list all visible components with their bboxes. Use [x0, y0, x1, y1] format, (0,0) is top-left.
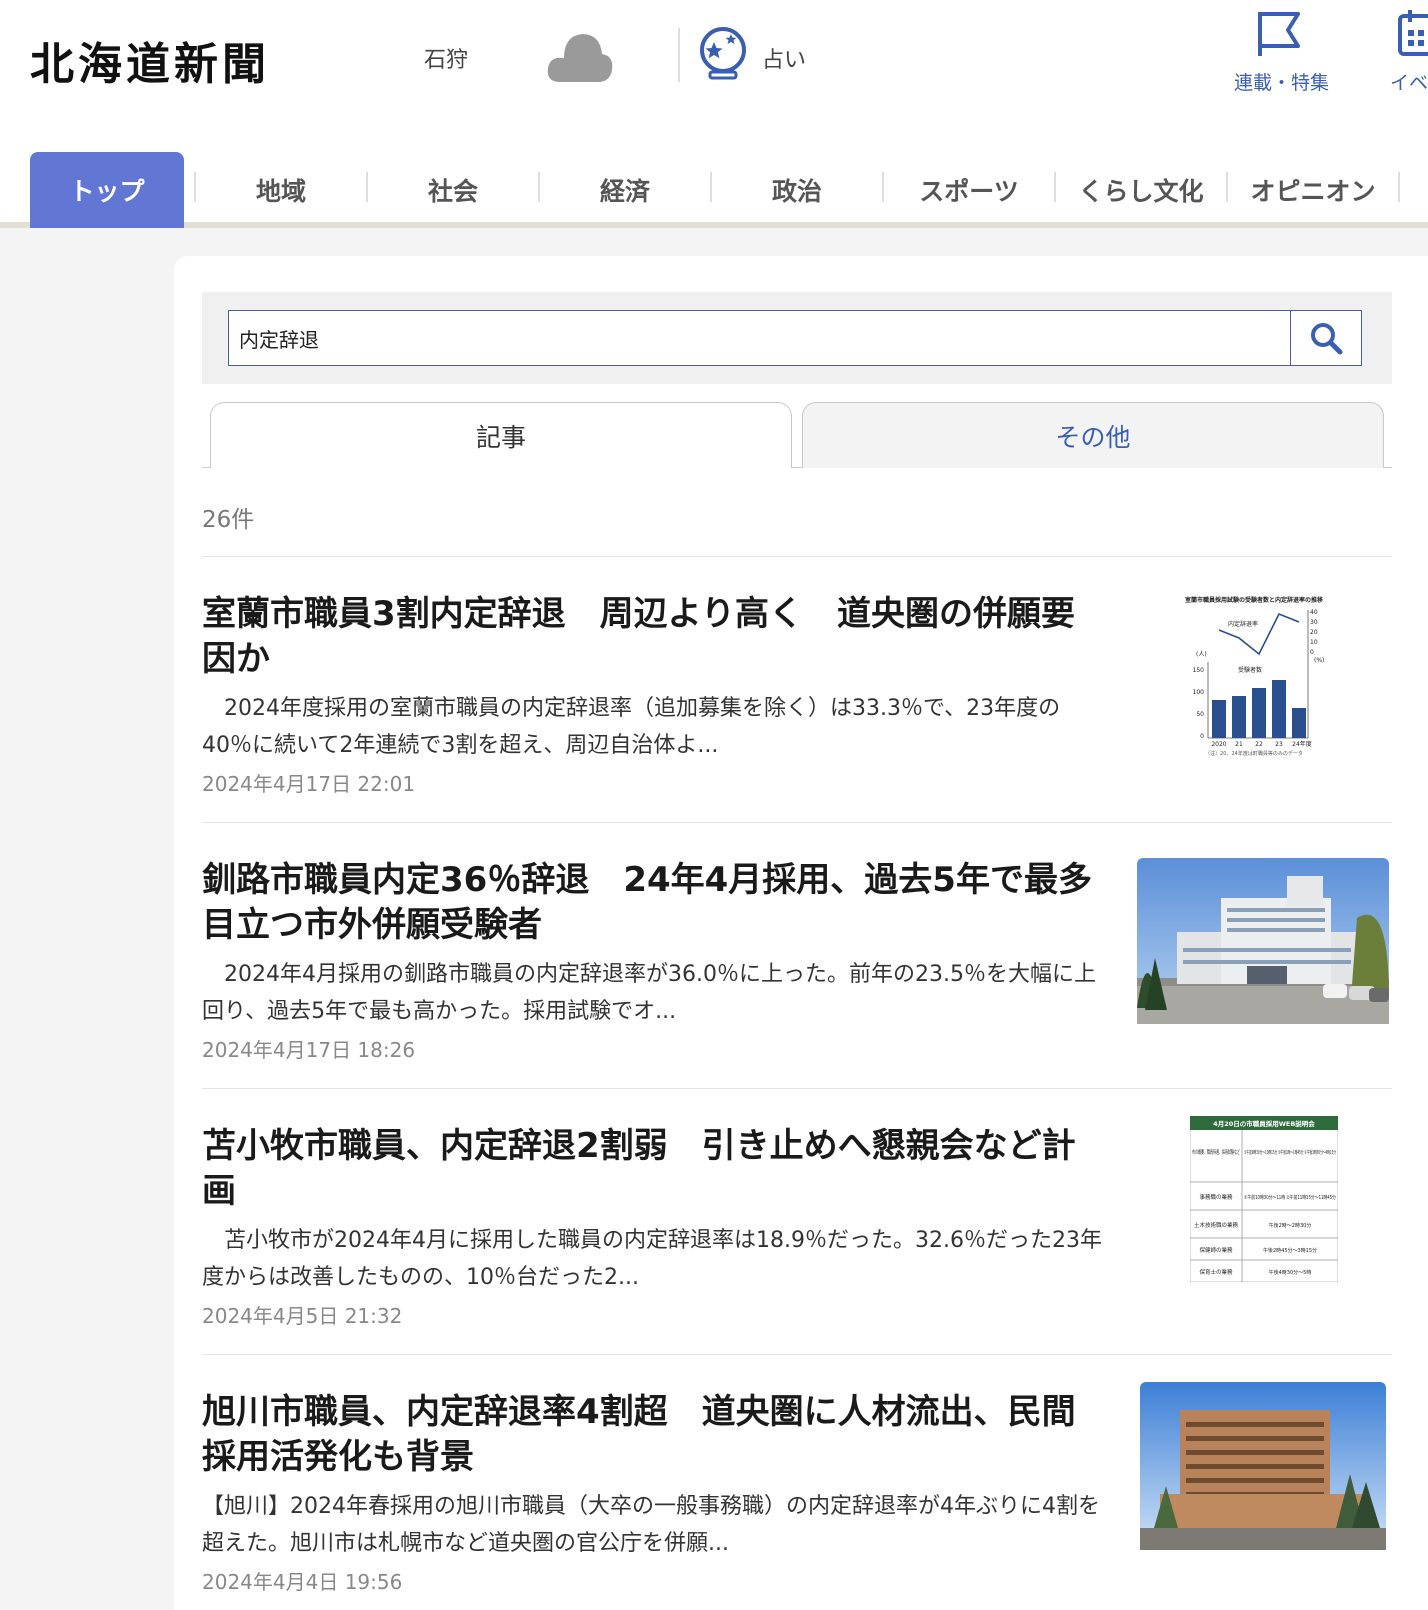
- result-tabs: 記事 その他: [202, 402, 1392, 468]
- article-thumbnail-photo[interactable]: [1140, 1382, 1386, 1550]
- category-nav: トップ 地域 社会 経済 政治 スポーツ くらし文化 オピニオン: [0, 150, 1428, 228]
- nav-item-opinion[interactable]: オピニオン: [1228, 152, 1398, 228]
- article-thumbnail-photo[interactable]: [1137, 858, 1389, 1024]
- nav-item-top[interactable]: トップ: [30, 152, 184, 228]
- article-date: 2024年4月5日 21:32: [202, 1304, 403, 1328]
- result-count: 26件: [202, 507, 255, 533]
- thumb-table-cell: 事務職の業務: [1199, 1193, 1233, 1201]
- thumb-x-label: 21: [1235, 741, 1243, 748]
- region-label[interactable]: 石狩: [424, 42, 468, 74]
- thumb-bar-label: 受験者数: [1238, 666, 1262, 674]
- thumb-note: （注）20、24年度は町職員等のみのデータ: [1205, 750, 1303, 757]
- site-header: 北海道新聞 石狩 占い 連載・特集 イベン: [0, 0, 1428, 150]
- thumb-table-cell: 保健師の業務: [1199, 1246, 1233, 1254]
- article-title[interactable]: 室蘭市職員3割内定辞退 周辺より高く 道央圏の併願要因か: [202, 592, 1102, 682]
- fortune-label[interactable]: 占い: [762, 42, 806, 74]
- header-divider: [678, 28, 680, 82]
- thumb-right-tick: 40: [1310, 609, 1318, 616]
- tab-articles[interactable]: 記事: [210, 402, 792, 468]
- nav-item-lifestyle[interactable]: くらし文化: [1056, 152, 1226, 228]
- search-button[interactable]: [1290, 310, 1362, 366]
- rensai-label: 連載・特集: [1234, 72, 1330, 94]
- nav-divider: [1398, 172, 1400, 202]
- thumb-table-cell: 午後2時45分～3時15分: [1263, 1247, 1317, 1254]
- search-input[interactable]: [228, 310, 1290, 366]
- search-bar: [202, 292, 1392, 384]
- crystal-ball-icon[interactable]: [698, 26, 752, 84]
- thumb-right-tick: 20: [1310, 629, 1318, 636]
- thumb-table-cell: 午後2時～2時30分: [1269, 1222, 1312, 1229]
- nav-item-region[interactable]: 地域: [196, 152, 366, 228]
- thumb-x-label: 2020: [1211, 741, 1226, 748]
- divider: [202, 1088, 1392, 1089]
- search-results-panel: 記事 その他 26件 室蘭市職員3割内定辞退 周辺より高く 道央圏の併願要因か …: [174, 256, 1428, 1610]
- article-thumbnail-chart[interactable]: 室蘭市職員採用試験の受験者数と内定辞退率の推移 内定辞退率 受験者数 (人) (…: [1174, 592, 1334, 758]
- thumb-right-unit: (%): [1314, 657, 1324, 664]
- event-link[interactable]: イベン: [1384, 8, 1428, 95]
- nav-item-politics[interactable]: 政治: [712, 152, 882, 228]
- thumb-right-tick: 30: [1310, 619, 1318, 626]
- article-date: 2024年4月17日 22:01: [202, 772, 416, 796]
- thumb-x-label: 24年度: [1292, 740, 1312, 748]
- nav-item-economy[interactable]: 経済: [540, 152, 710, 228]
- thumb-left-unit: (人): [1196, 651, 1207, 658]
- tab-other[interactable]: その他: [802, 402, 1384, 468]
- thumb-table-cell: ①午前9時30分～10時15分 ②午後1時～1時45分 ③午後3時30分～4時1…: [1244, 1149, 1336, 1156]
- thumb-table-cell: ①午前10時30分～11時 ②午前11時15分～11時45分: [1244, 1194, 1336, 1201]
- article-snippet: 【旭川】2024年春採用の旭川市職員（大卒の一般事務職）の内定辞退率が4年ぶりに…: [202, 1494, 1100, 1556]
- article-date: 2024年4月17日 18:26: [202, 1038, 416, 1062]
- calendar-icon: [1398, 10, 1428, 56]
- thumb-table-cell: 午後4時30分～5時: [1269, 1269, 1312, 1276]
- thumb-table-header: 4月20日の市職員採用WEB説明会: [1213, 1119, 1315, 1128]
- cloud-icon[interactable]: [546, 28, 614, 84]
- flag-icon: [1258, 12, 1300, 56]
- site-logo[interactable]: 北海道新聞: [30, 28, 270, 92]
- thumb-chart-title: 室蘭市職員採用試験の受験者数と内定辞退率の推移: [1185, 596, 1323, 604]
- thumb-x-label: 22: [1255, 741, 1263, 748]
- article-title[interactable]: 旭川市職員、内定辞退率4割超 道央圏に人材流出、民間採用活発化も背景: [202, 1390, 1102, 1480]
- event-label: イベン: [1390, 72, 1428, 94]
- article-snippet: 2024年4月採用の釧路市職員の内定辞退率が36.0％に上った。前年の23.5％…: [202, 962, 1096, 1024]
- article-snippet: 苫小牧市が2024年4月に採用した職員の内定辞退率は18.9％だった。32.6％…: [202, 1228, 1102, 1290]
- article-date: 2024年4月4日 19:56: [202, 1570, 403, 1594]
- thumb-table-cell: 土木技術職の業務: [1194, 1221, 1239, 1229]
- nav-item-sports[interactable]: スポーツ: [884, 152, 1054, 228]
- search-icon: [1311, 323, 1343, 355]
- thumb-left-tick: 50: [1196, 711, 1204, 718]
- thumb-left-tick: 100: [1193, 689, 1205, 696]
- thumb-table-cell: 市の概要、職員待遇、採用試験など: [1192, 1148, 1240, 1156]
- thumb-x-label: 23: [1275, 741, 1283, 748]
- thumb-left-tick: 0: [1200, 733, 1204, 740]
- article-thumbnail-table[interactable]: 4月20日の市職員採用WEB説明会 市の概要、職員待遇、採用試験など ①午前9時…: [1190, 1116, 1338, 1282]
- thumb-line-label: 内定辞退率: [1228, 620, 1258, 628]
- nav-item-society[interactable]: 社会: [368, 152, 538, 228]
- thumb-table-cell: 保育士の業務: [1199, 1268, 1233, 1276]
- article-title[interactable]: 苫小牧市職員、内定辞退2割弱 引き止めへ懇親会など計画: [202, 1124, 1102, 1214]
- thumb-right-tick: 10: [1310, 639, 1318, 646]
- rensai-tokushu-link[interactable]: 連載・特集: [1234, 8, 1330, 95]
- thumb-right-tick: 0: [1310, 649, 1314, 656]
- divider: [202, 556, 1392, 557]
- divider: [202, 822, 1392, 823]
- article-title[interactable]: 釧路市職員内定36％辞退 24年4月採用、過去5年で最多 目立つ市外併願受験者: [202, 858, 1126, 948]
- thumb-left-tick: 150: [1193, 667, 1205, 674]
- article-snippet: 2024年度採用の室蘭市職員の内定辞退率（追加募集を除く）は33.3％で、23年…: [202, 696, 1061, 758]
- divider: [202, 1354, 1392, 1355]
